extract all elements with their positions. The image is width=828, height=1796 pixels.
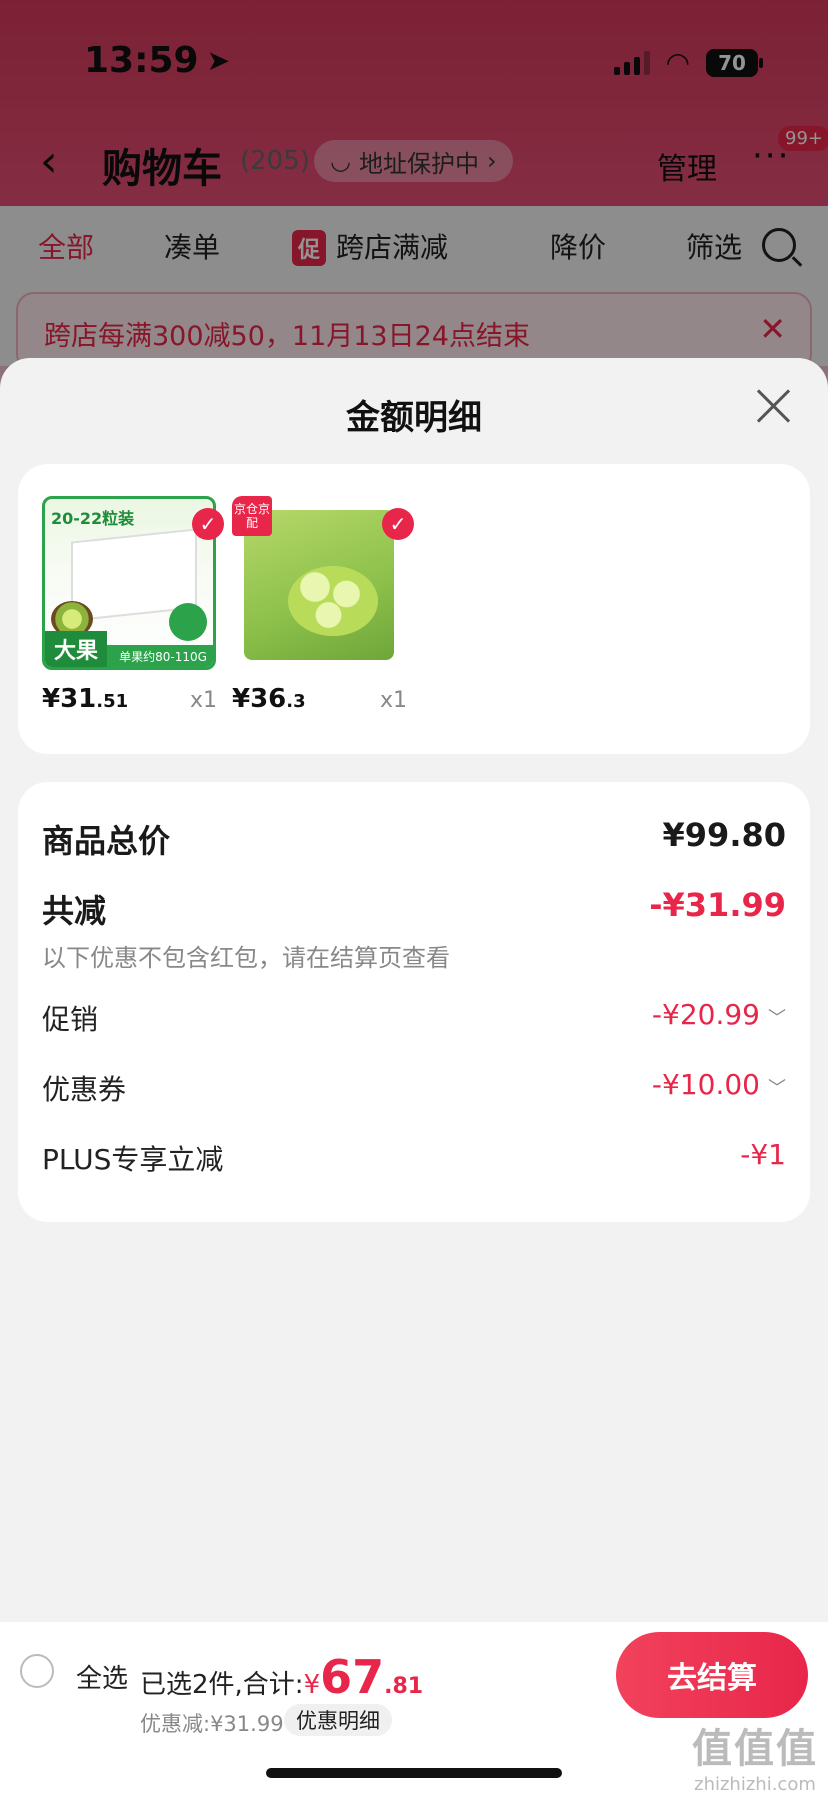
coupon-value: -¥10.00 bbox=[651, 1068, 760, 1101]
total-integer: 67 bbox=[320, 1650, 385, 1704]
checkout-button[interactable]: 去结算 bbox=[616, 1632, 808, 1718]
product-quantity: x1 bbox=[190, 688, 218, 713]
discount-summary: 优惠减:¥31.99 bbox=[140, 1712, 284, 1736]
promotion-label: 促销 bbox=[42, 1003, 99, 1036]
select-all-radio[interactable] bbox=[20, 1654, 54, 1688]
price-decimal: .3 bbox=[286, 691, 306, 712]
total-decimal: .81 bbox=[384, 1674, 424, 1699]
home-indicator[interactable] bbox=[266, 1768, 562, 1778]
plus-discount-label: PLUS专享立减 bbox=[42, 1143, 224, 1176]
weight-badge: 单果约80-110G bbox=[107, 645, 213, 667]
discount-detail-button[interactable]: 优惠明细 bbox=[284, 1704, 392, 1736]
amount-detail-sheet: 金额明细 20-22粒装 大果 单果约80-110G ✓ ¥31.51 x1 京… bbox=[0, 358, 828, 1796]
chevron-down-icon[interactable]: ﹀ bbox=[768, 1078, 786, 1099]
price-integer: ¥36 bbox=[232, 684, 287, 714]
size-badge: 大果 bbox=[45, 631, 107, 667]
grape-cluster-icon bbox=[288, 566, 378, 636]
total-reduction-label: 共减 bbox=[42, 892, 107, 930]
warehouse-tag: 京仓京配 bbox=[232, 496, 272, 536]
product-image-caption: 20-22粒装 bbox=[51, 509, 135, 528]
checked-icon[interactable]: ✓ bbox=[382, 508, 414, 540]
checked-icon[interactable]: ✓ bbox=[192, 508, 224, 540]
selected-products-card: 20-22粒装 大果 单果约80-110G ✓ ¥31.51 x1 京仓京配 ✓… bbox=[18, 464, 810, 754]
plus-discount-value: -¥1 bbox=[740, 1138, 786, 1171]
watermark-logo: 值值值 bbox=[692, 1726, 818, 1772]
selected-summary: 已选2件,合计: ¥ 67 .81 bbox=[140, 1650, 423, 1704]
checkout-bar: 全选 已选2件,合计: ¥ 67 .81 优惠减:¥31.99 优惠明细 去结算… bbox=[0, 1622, 828, 1796]
product-price: ¥31.51 bbox=[42, 684, 128, 714]
close-icon[interactable] bbox=[754, 386, 794, 426]
price-integer: ¥31 bbox=[42, 684, 97, 714]
currency-symbol: ¥ bbox=[303, 1670, 321, 1700]
total-price-value: ¥99.80 bbox=[662, 816, 786, 854]
sheet-title: 金额明细 bbox=[346, 398, 482, 438]
product-image-kiwi: 20-22粒装 大果 单果约80-110G bbox=[42, 496, 216, 670]
product-image-grape: 京仓京配 bbox=[232, 496, 406, 670]
select-all-label[interactable]: 全选 bbox=[76, 1658, 128, 1695]
selected-count-text: 已选2件,合计: bbox=[140, 1670, 304, 1700]
seal-icon bbox=[169, 603, 207, 641]
chevron-down-icon[interactable]: ﹀ bbox=[768, 1008, 786, 1029]
watermark-url: zhizhizhi.com bbox=[694, 1774, 816, 1795]
watermark: 值值值 zhizhizhi.com bbox=[692, 1716, 818, 1795]
promotion-value: -¥20.99 bbox=[651, 998, 760, 1031]
product-quantity: x1 bbox=[380, 688, 408, 713]
total-price-label: 商品总价 bbox=[42, 822, 171, 860]
price-decimal: .51 bbox=[96, 691, 129, 712]
product-price: ¥36.3 bbox=[232, 684, 306, 714]
reduction-note-text: 以下优惠不包含红包，请在结算页查看 bbox=[42, 944, 450, 972]
coupon-label: 优惠券 bbox=[42, 1073, 127, 1106]
amount-breakdown-card: 商品总价 ¥99.80 共减 -¥31.99 以下优惠不包含红包，请在结算页查看… bbox=[18, 782, 810, 1222]
total-reduction-value: -¥31.99 bbox=[649, 886, 786, 924]
